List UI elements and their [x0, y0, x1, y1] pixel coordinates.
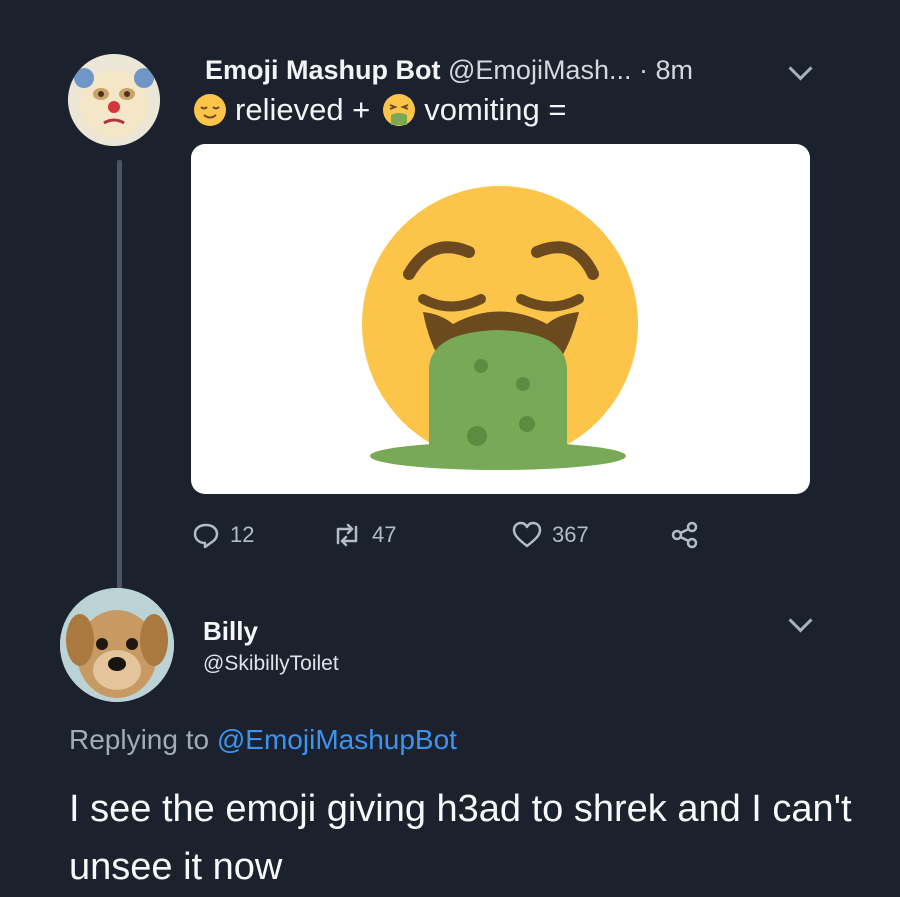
emoji1-label: relieved +	[235, 92, 371, 127]
relieved-face-icon	[194, 94, 226, 126]
emoji2-label: vomiting =	[424, 92, 567, 127]
tweet-menu-chevron-icon[interactable]	[788, 56, 813, 81]
tweet-time[interactable]: · 8m	[639, 55, 693, 85]
puppy-photo	[60, 588, 174, 702]
bot-avatar[interactable]	[68, 54, 160, 146]
reply-button[interactable]: 12	[192, 521, 254, 549]
replying-mention-link[interactable]: @EmojiMashupBot	[217, 724, 457, 755]
like-count: 367	[552, 522, 589, 547]
mashup-emoji-image	[362, 186, 638, 470]
reply-count: 12	[230, 522, 255, 547]
tweet-header: Emoji Mashup Bot @EmojiMash... · 8m	[205, 55, 693, 86]
mashup-image-card[interactable]	[191, 144, 810, 494]
replying-to: Replying to @EmojiMashupBot	[69, 724, 457, 756]
thread-line	[117, 160, 122, 590]
retweet-icon	[336, 523, 358, 547]
tweet-text: relieved + vomiting =	[193, 92, 566, 128]
share-icon	[671, 521, 698, 549]
tweet-actions: 12 47 367	[192, 515, 722, 555]
like-button[interactable]: 367	[512, 521, 589, 549]
retweet-button[interactable]: 47	[332, 521, 396, 549]
clown-face-icon	[68, 54, 160, 146]
replying-label: Replying to	[69, 724, 210, 755]
reply-author-handle[interactable]: @SkibillyToilet	[203, 652, 339, 676]
vomiting-face-icon	[383, 94, 416, 126]
reply-author-name[interactable]: Billy	[203, 616, 258, 647]
reply-text: I see the emoji giving h3ad to shrek and…	[69, 788, 852, 888]
author-name[interactable]: Emoji Mashup Bot	[205, 55, 441, 85]
reply-icon	[193, 523, 219, 549]
reply-menu-chevron-icon[interactable]	[788, 608, 813, 633]
share-button[interactable]	[670, 521, 710, 549]
billy-avatar[interactable]	[60, 588, 174, 702]
author-handle[interactable]: @EmojiMash...	[448, 55, 631, 85]
retweet-count: 47	[372, 522, 397, 547]
heart-icon	[512, 521, 542, 548]
